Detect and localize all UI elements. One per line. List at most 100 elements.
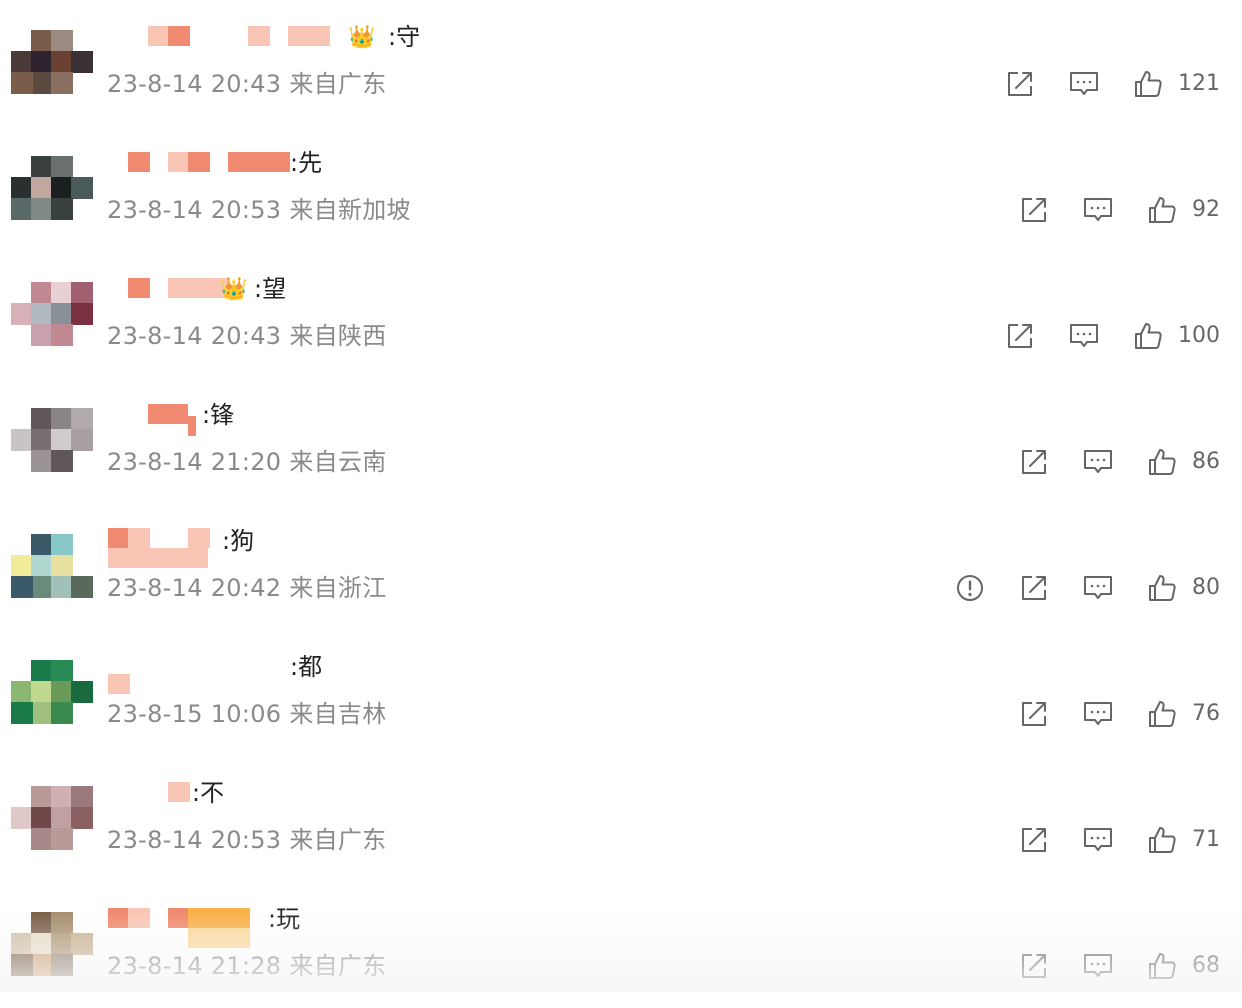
avatar-pixel <box>51 660 73 682</box>
avatar-pixel <box>51 429 73 451</box>
avatar-pixel <box>11 198 33 220</box>
avatar[interactable] <box>10 398 93 480</box>
avatar-pixel <box>71 807 93 829</box>
avatar-pixel <box>71 429 93 451</box>
avatar-pixel <box>51 786 73 808</box>
avatar-pixel <box>51 450 73 472</box>
like-count: 80 <box>1192 575 1220 600</box>
avatar-pixel <box>51 282 73 304</box>
avatar-pixel <box>51 30 73 52</box>
username-censored[interactable] <box>108 144 468 184</box>
avatar-pixel <box>31 450 53 472</box>
comment-icon[interactable] <box>1082 824 1114 856</box>
avatar-pixel <box>31 30 53 52</box>
avatar[interactable] <box>10 146 93 228</box>
share-icon[interactable] <box>1018 572 1050 604</box>
username-censored[interactable] <box>108 774 468 814</box>
exclamation-circle-icon[interactable] <box>954 572 986 604</box>
avatar-pixel <box>31 51 53 73</box>
censor-block <box>168 908 190 928</box>
censor-block <box>108 528 128 548</box>
comment-location: 新加坡 <box>337 196 411 224</box>
comment-timestamp: 23-8-14 20:43 <box>107 70 282 98</box>
thumbs-up-icon[interactable] <box>1132 320 1164 352</box>
avatar-pixel <box>31 786 53 808</box>
location-prefix: 来自 <box>289 952 338 980</box>
avatar-pixel <box>51 576 73 598</box>
username-censored[interactable] <box>108 522 468 568</box>
share-icon[interactable] <box>1018 824 1050 856</box>
comment-timestamp: 23-8-15 10:06 <box>107 700 282 728</box>
comment-timestamp: 23-8-14 20:43 <box>107 322 282 350</box>
share-icon[interactable] <box>1004 320 1036 352</box>
avatar-pixel <box>51 702 73 724</box>
avatar-pixel <box>31 807 53 829</box>
share-icon[interactable] <box>1018 446 1050 478</box>
comment-actions: 68 <box>1018 950 1220 982</box>
comment-timestamp: 23-8-14 20:53 <box>107 196 282 224</box>
censor-block <box>168 782 190 802</box>
avatar-pixel <box>51 177 73 199</box>
avatar-pixel <box>51 324 73 346</box>
avatar-pixel <box>51 807 73 829</box>
comment-icon[interactable] <box>1082 572 1114 604</box>
thumbs-up-icon[interactable] <box>1146 572 1178 604</box>
thumbs-up-icon[interactable] <box>1146 194 1178 226</box>
thumbs-up-icon[interactable] <box>1146 446 1178 478</box>
avatar-pixel <box>31 429 53 451</box>
comment-item: :先 23-8-14 20:53 来自新加坡 92 <box>0 126 1242 252</box>
thumbs-up-icon[interactable] <box>1146 698 1178 730</box>
avatar-pixel <box>31 534 53 556</box>
censor-block <box>248 26 270 46</box>
avatar[interactable] <box>10 776 93 858</box>
avatar-pixel <box>31 282 53 304</box>
comment-actions: 76 <box>1018 698 1220 730</box>
avatar-pixel <box>71 681 93 703</box>
share-icon[interactable] <box>1018 194 1050 226</box>
censor-block <box>188 528 210 548</box>
comment-location: 广东 <box>337 70 387 98</box>
comment-icon[interactable] <box>1068 68 1100 100</box>
avatar-pixel <box>71 51 93 73</box>
thumbs-up-icon[interactable] <box>1132 68 1164 100</box>
avatar[interactable] <box>10 272 93 354</box>
avatar-pixel <box>31 303 53 325</box>
share-icon[interactable] <box>1018 698 1050 730</box>
comment-item: :玩 23-8-14 21:28 来自广东 68 <box>0 882 1242 1008</box>
avatar-pixel <box>71 303 93 325</box>
thumbs-up-icon[interactable] <box>1146 824 1178 856</box>
censor-block <box>128 528 150 548</box>
comment-icon[interactable] <box>1082 194 1114 226</box>
avatar-pixel <box>31 72 53 94</box>
thumbs-up-icon[interactable] <box>1146 950 1178 982</box>
comment-icon[interactable] <box>1082 446 1114 478</box>
avatar-pixel <box>31 555 53 577</box>
comment-icon[interactable] <box>1068 320 1100 352</box>
comment-text: :不 <box>192 779 225 807</box>
location-prefix: 来自 <box>289 826 338 854</box>
username-censored[interactable] <box>108 648 468 694</box>
avatar-pixel <box>31 702 53 724</box>
avatar-pixel <box>11 303 33 325</box>
comment-location: 广东 <box>337 826 387 854</box>
avatar[interactable] <box>10 20 93 102</box>
comment-actions: 92 <box>1018 194 1220 226</box>
share-icon[interactable] <box>1004 68 1036 100</box>
avatar[interactable] <box>10 650 93 732</box>
comment-actions: 80 <box>954 572 1220 604</box>
censor-block <box>188 416 196 436</box>
username-censored[interactable] <box>108 396 468 436</box>
comment-icon[interactable] <box>1082 698 1114 730</box>
avatar[interactable] <box>10 524 93 606</box>
comment-meta: 23-8-14 21:20 来自云南 <box>107 446 387 478</box>
username-censored[interactable] <box>108 270 468 310</box>
comment-text: :都 <box>290 653 323 681</box>
comment-icon[interactable] <box>1082 950 1114 982</box>
comment-text: :狗 <box>222 527 255 555</box>
censor-block <box>148 404 188 424</box>
avatar[interactable] <box>10 902 93 984</box>
avatar-pixel <box>11 807 33 829</box>
avatar-pixel <box>71 576 93 598</box>
share-icon[interactable] <box>1018 950 1050 982</box>
avatar-pixel <box>11 555 33 577</box>
